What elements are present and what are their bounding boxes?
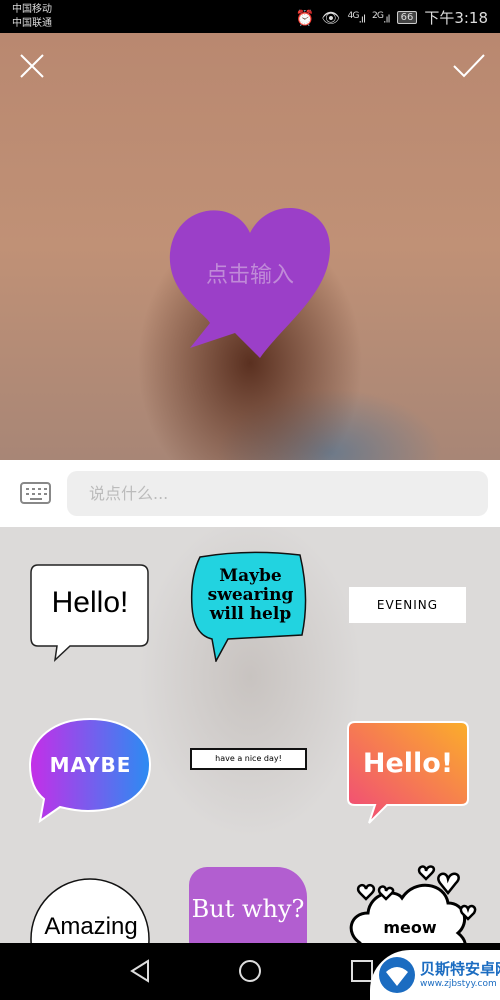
sticker-panel: Hello! Maybe swearing will help EVENING … [0,527,500,943]
sticker-text: MAYBE [49,753,132,777]
sticker-amazing[interactable]: Amazing [30,877,152,943]
confirm-button[interactable] [452,51,485,81]
bubble-text[interactable]: 点击输入 [165,257,335,289]
photo-canvas: 点击输入 [0,33,500,460]
carrier-2: 中国联通 [12,18,52,29]
close-button[interactable] [17,51,47,81]
keyboard-icon[interactable] [20,482,51,504]
sticker-text-line2: swearing [207,585,294,605]
sticker-maybe-swearing[interactable]: Maybe swearing will help [188,547,313,666]
eye-icon: 👁 [321,8,341,27]
signal-icon-2: 2G.ıl [372,9,391,26]
sticker-have-a-nice-day[interactable]: have a nice day! [190,748,307,770]
status-bar: 中国移动 中国联通 ⏰ 👁 4G.ıl 2G.ıl 66 下午3:18 [0,0,500,33]
signal-type-2: 2G [372,9,384,21]
text-input[interactable]: 说点什么... [67,471,488,516]
back-button[interactable] [128,959,152,987]
clock: 下午3:18 [424,9,488,27]
battery-icon: 66 [396,11,418,24]
sticker-text-line3: will help [209,604,292,624]
signal-type-1: 4G [347,9,360,21]
sticker-text: Amazing [44,913,138,940]
sticker-text-line1: Maybe [219,566,282,586]
home-circle-icon [239,960,261,982]
sticker-text: Hello! [362,748,454,779]
input-bar: 说点什么... [0,460,500,527]
sticker-text: meow [383,918,437,937]
signal-icon: 4G.ıl [347,9,367,26]
sticker-but-why[interactable]: But why? [189,867,307,943]
sticker-maybe-gradient[interactable]: MAYBE [28,717,153,831]
carrier-1: 中国移动 [12,4,52,15]
sticker-hello-gradient[interactable]: Hello! [347,721,469,830]
sticker-meow[interactable]: meow [340,863,480,943]
alarm-icon: ⏰ [295,8,315,27]
watermark-title: 贝斯特安卓网 [420,960,500,978]
watermark-url: www.zjbstyy.com [420,979,497,989]
sticker-text: But why? [191,895,305,923]
watermark: 贝斯特安卓网 www.zjbstyy.com [370,950,500,1000]
check-icon [453,54,485,78]
back-triangle-icon [130,959,149,983]
sticker-hello-white[interactable]: Hello! [30,564,150,668]
home-button[interactable] [238,959,262,987]
sticker-text: Hello! [51,586,129,619]
sticker-evening[interactable]: EVENING [349,587,466,623]
shell-logo-icon [379,957,415,993]
close-icon [20,54,44,78]
